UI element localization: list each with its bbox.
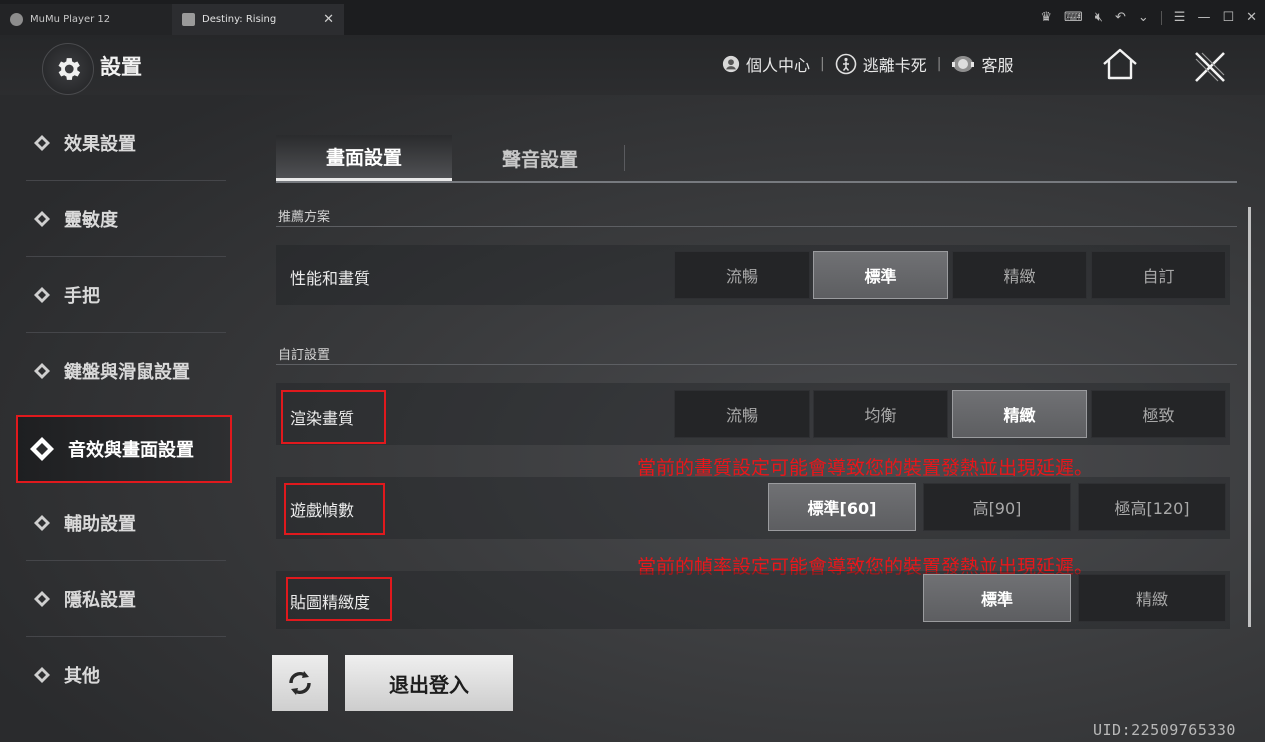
fps-option-120[interactable]: 極高[120] <box>1078 483 1226 531</box>
sidebar-item-effects[interactable]: 效果設置 <box>26 105 226 181</box>
gear-icon <box>42 43 94 95</box>
preset-label: 性能和畫質 <box>290 269 371 288</box>
settings-tabs: 畫面設置 聲音設置 <box>276 135 1237 183</box>
page-title: 設置 <box>100 55 142 79</box>
section-label-preset: 推薦方案 <box>278 210 331 225</box>
tab-close-icon[interactable]: ✕ <box>323 12 334 27</box>
minimize-icon[interactable]: — <box>1197 10 1210 25</box>
sidebar-item-assist[interactable]: 輔助設置 <box>26 485 226 561</box>
divider <box>1160 10 1162 25</box>
texture-option-fine[interactable]: 精緻 <box>1078 574 1226 622</box>
preset-option-fine[interactable]: 精緻 <box>952 251 1087 299</box>
crown-icon[interactable]: ♛ <box>1040 10 1052 25</box>
divider <box>276 364 1237 365</box>
diamond-icon <box>34 286 50 303</box>
personal-center-link[interactable]: 個人中心 <box>722 52 810 76</box>
customer-service-link[interactable]: 客服 <box>951 52 1013 76</box>
fps-option-90[interactable]: 高[90] <box>923 483 1071 531</box>
diamond-icon <box>34 590 50 607</box>
divider: | <box>820 56 825 72</box>
sidebar-item-label: 靈敏度 <box>64 209 118 231</box>
sidebar-item-privacy[interactable]: 隱私設置 <box>26 561 226 637</box>
diamond-icon <box>34 134 50 151</box>
scrollbar[interactable] <box>1248 207 1251 627</box>
host-titlebar: MuMu Player 12 Destiny: Rising ✕ ♛ ⌨ 🔇︎ … <box>0 0 1265 35</box>
escape-stuck-link[interactable]: 逃離卡死 <box>835 52 927 76</box>
sidebar-item-keyboard-mouse[interactable]: 鍵盤與滑鼠設置 <box>26 333 226 409</box>
tab-graphics[interactable]: 畫面設置 <box>276 135 452 181</box>
sidebar-item-label: 鍵盤與滑鼠設置 <box>64 362 190 383</box>
menu-icon[interactable]: ☰ <box>1174 10 1186 25</box>
refresh-icon <box>289 671 311 695</box>
personal-center-label: 個人中心 <box>746 56 811 75</box>
mumu-logo-icon <box>10 13 23 26</box>
render-option-balanced[interactable]: 均衡 <box>813 390 948 438</box>
sidebar-item-label: 其他 <box>64 666 100 687</box>
keyboard-icon[interactable]: ⌨ <box>1064 10 1083 25</box>
header-links: 個人中心 | 逃離卡死 | 客服 <box>722 52 1013 76</box>
diamond-icon <box>34 210 50 227</box>
sidebar-item-audio-video[interactable]: 音效與畫面設置 <box>16 415 232 483</box>
close-icon[interactable] <box>1190 47 1230 91</box>
diamond-icon <box>30 437 54 461</box>
user-icon <box>722 55 740 73</box>
diamond-icon <box>34 667 50 683</box>
refresh-button[interactable] <box>272 655 328 711</box>
preset-option-standard[interactable]: 標準 <box>813 251 948 299</box>
chevron-down-icon[interactable]: ⌄ <box>1138 10 1149 25</box>
customer-service-label: 客服 <box>981 56 1014 75</box>
render-option-ultimate[interactable]: 極致 <box>1091 390 1226 438</box>
host-tab-label: Destiny: Rising <box>202 14 277 25</box>
host-tab-mumu[interactable]: MuMu Player 12 <box>0 4 172 35</box>
host-tab-label: MuMu Player 12 <box>30 14 111 25</box>
sidebar-item-label: 隱私設置 <box>64 589 136 611</box>
sidebar-item-label: 手把 <box>64 285 100 307</box>
render-quality-label: 渲染畫質 <box>290 409 355 428</box>
host-tab-game[interactable]: Destiny: Rising ✕ <box>172 4 344 35</box>
divider <box>276 226 1237 227</box>
sidebar-item-other[interactable]: 其他 <box>26 637 226 713</box>
render-quality-warning: 當前的畫質設定可能會導致您的裝置發熱並出現延遲。 <box>637 457 1094 479</box>
game-logo-icon <box>182 13 195 26</box>
preset-option-smooth[interactable]: 流暢 <box>674 251 810 299</box>
tab-sound[interactable]: 聲音設置 <box>452 135 628 181</box>
diamond-icon <box>34 363 50 379</box>
mute-icon[interactable]: 🔇︎ <box>1095 10 1103 25</box>
divider <box>624 145 625 171</box>
window-controls: ♛ ⌨ 🔇︎ ↶ ⌄ ☰ — ☐ ✕ <box>1040 0 1257 35</box>
home-icon[interactable] <box>1100 47 1140 85</box>
diamond-icon <box>34 514 50 531</box>
sidebar-item-sensitivity[interactable]: 靈敏度 <box>26 181 226 257</box>
logout-button[interactable]: 退出登入 <box>345 655 513 711</box>
sidebar-item-label: 音效與畫面設置 <box>68 440 194 461</box>
sidebar-item-controller[interactable]: 手把 <box>26 257 226 333</box>
sidebar-item-label: 效果設置 <box>64 133 136 155</box>
render-option-fine[interactable]: 精緻 <box>952 390 1087 438</box>
texture-option-standard[interactable]: 標準 <box>923 574 1071 622</box>
texture-label: 貼圖精緻度 <box>290 593 371 612</box>
divider: | <box>936 56 942 72</box>
frame-rate-label: 遊戲幀數 <box>290 501 355 520</box>
close-window-icon[interactable]: ✕ <box>1246 10 1257 25</box>
back-icon[interactable]: ↶ <box>1115 10 1126 25</box>
render-option-smooth[interactable]: 流暢 <box>674 390 810 438</box>
settings-header: 設置 個人中心 | 逃離卡死 | 客服 <box>0 35 1265 95</box>
preset-option-custom[interactable]: 自訂 <box>1091 251 1226 299</box>
headset-icon <box>952 56 975 72</box>
uid-label: UID:22509765330 <box>1093 721 1236 739</box>
fps-option-60[interactable]: 標準[60] <box>768 483 916 531</box>
escape-stuck-label: 逃離卡死 <box>862 56 927 75</box>
section-label-custom: 自訂設置 <box>278 348 331 363</box>
sidebar-item-label: 輔助設置 <box>64 513 136 535</box>
escape-icon <box>835 53 857 75</box>
game-area: 設置 個人中心 | 逃離卡死 | 客服 效果設置 靈敏度 手把 鍵盤與滑鼠設置 … <box>0 35 1265 742</box>
maximize-icon[interactable]: ☐ <box>1222 10 1234 25</box>
